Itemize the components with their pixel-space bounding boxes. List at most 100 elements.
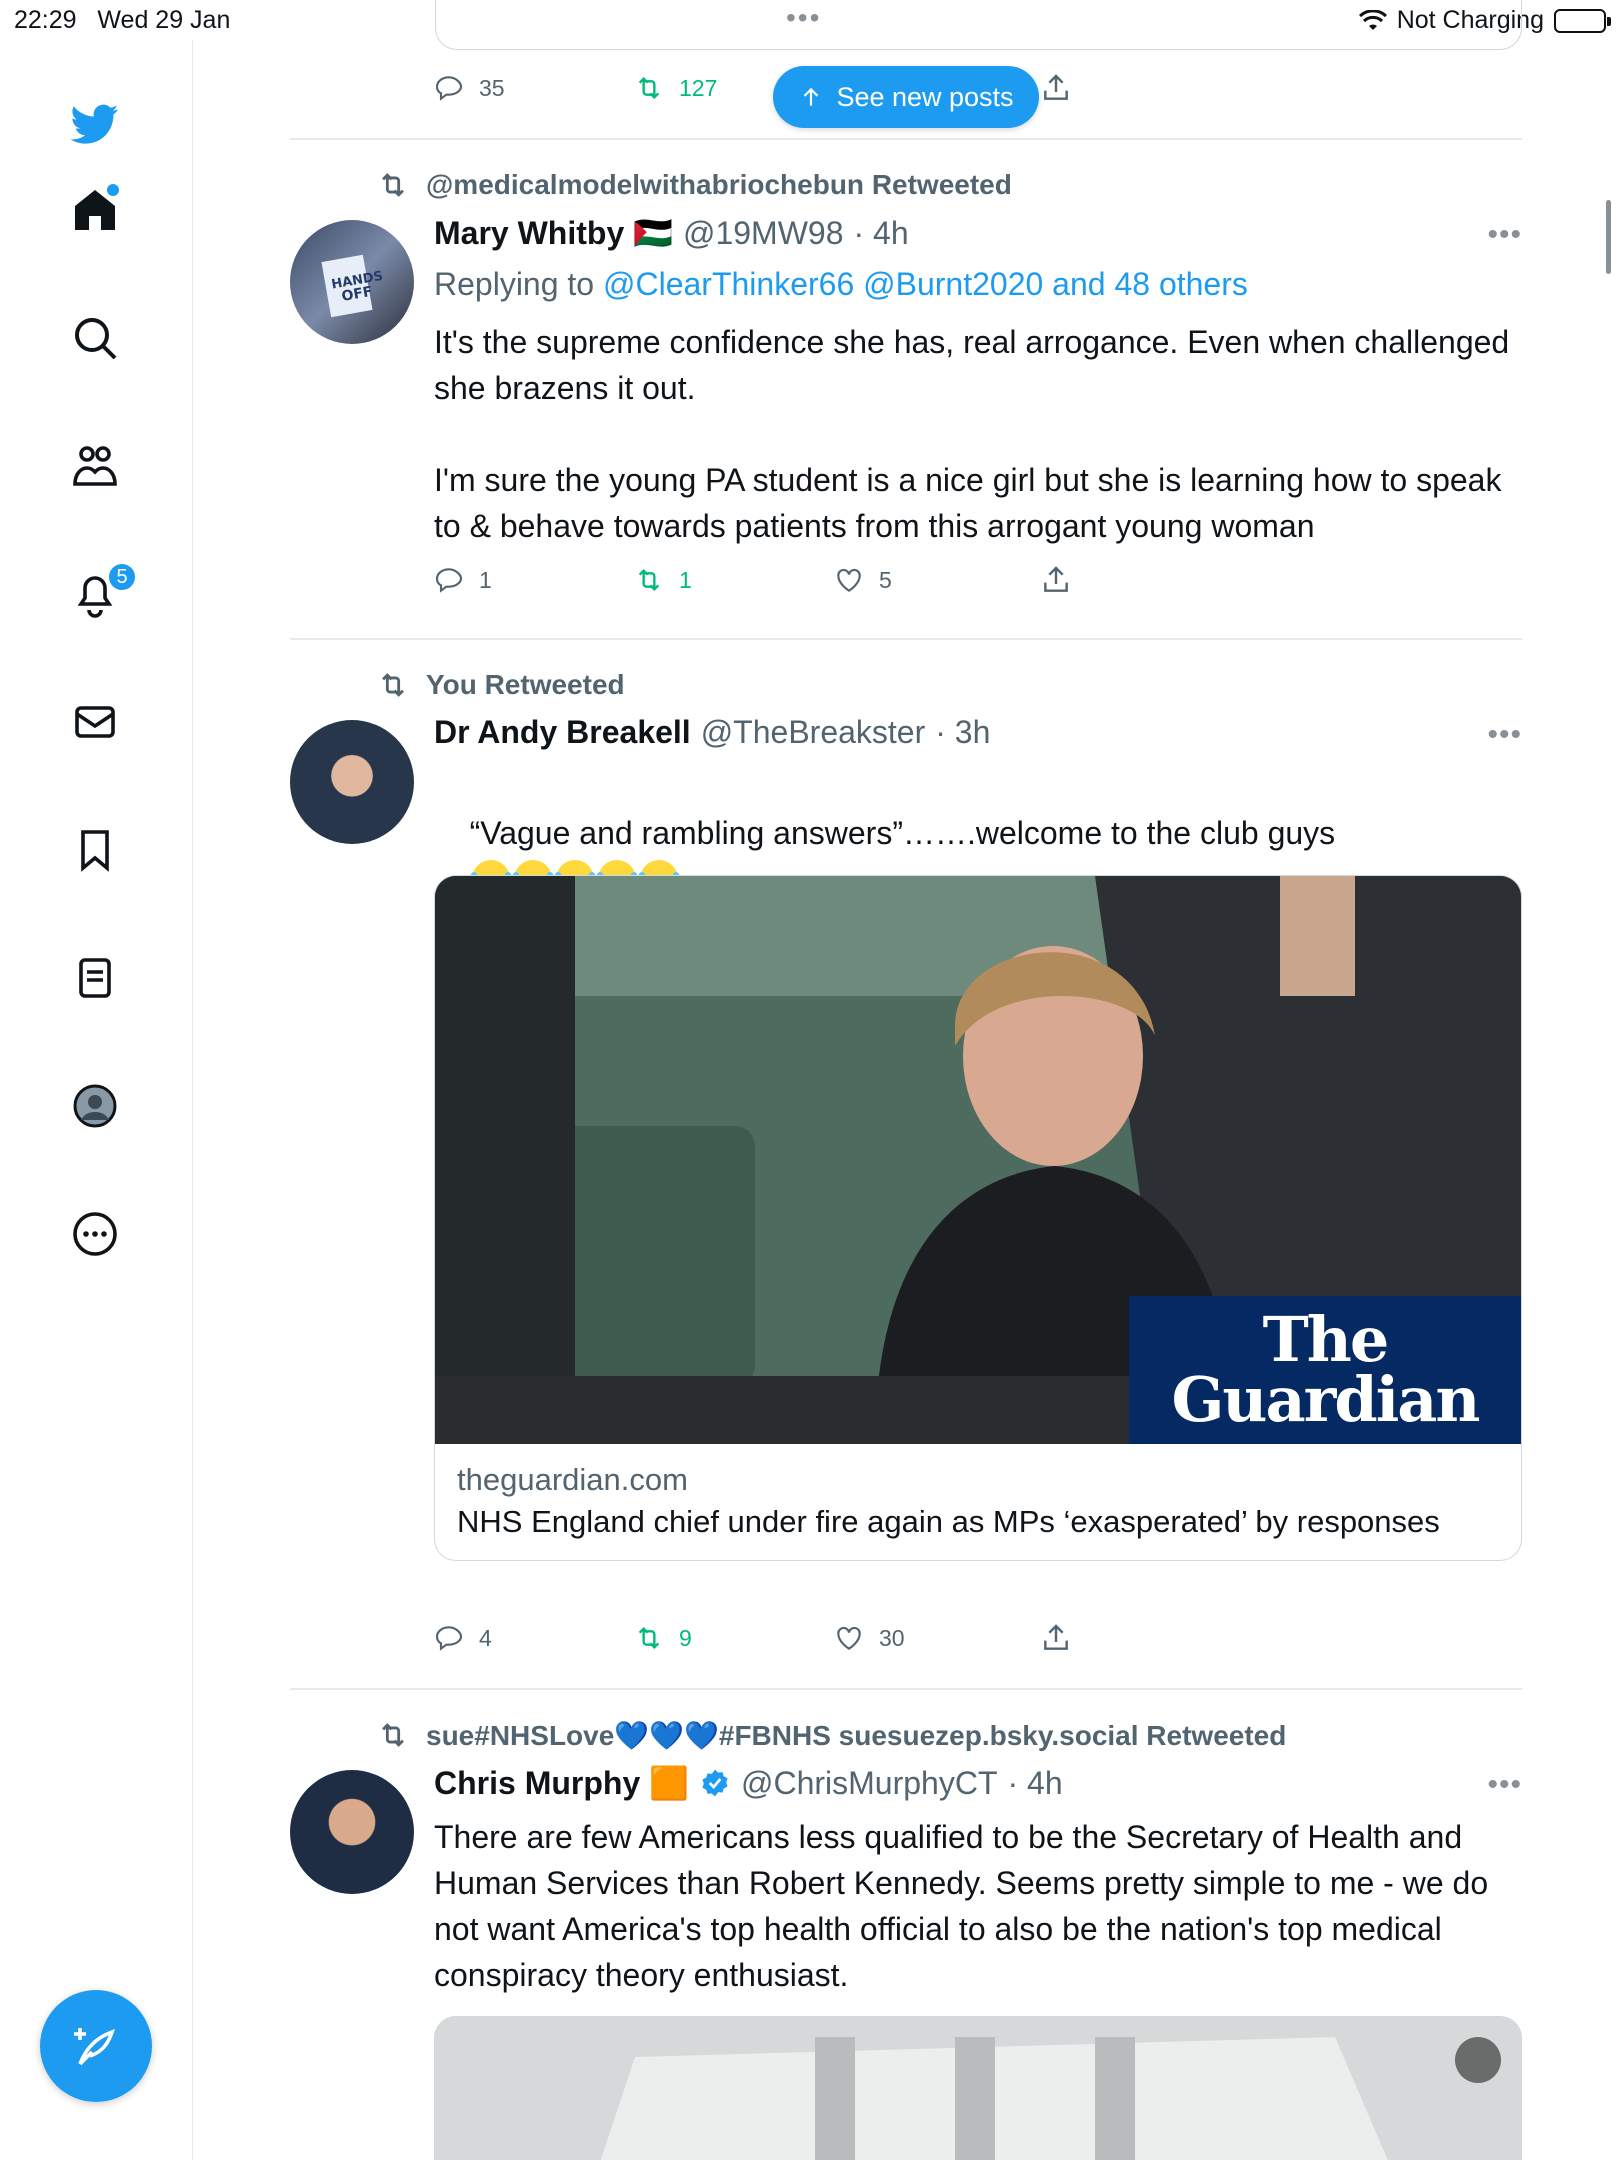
tweet[interactable]: sue#NHSLove💙💙💙#FBNHS suesuezep.bsky.soci… [290, 1688, 1522, 2160]
replying-to-links[interactable]: @ClearThinker66 @Burnt2020 and 48 others [603, 266, 1248, 302]
communities-icon [73, 446, 117, 486]
tweet[interactable]: You Retweeted Dr Andy Breakell @TheBreak… [290, 638, 1522, 1688]
social-context-text: @medicalmodelwithabriochebun Retweeted [426, 169, 1012, 200]
social-context-text: You Retweeted [426, 669, 625, 700]
link-card-domain: theguardian.com [457, 1462, 688, 1497]
guardian-logo: The Guardian [1129, 1296, 1521, 1444]
retweet-icon [382, 173, 404, 197]
heart-icon [837, 1626, 861, 1650]
nav-more[interactable] [63, 1202, 127, 1266]
social-context: sue#NHSLove💙💙💙#FBNHS suesuezep.bsky.soci… [376, 1718, 1286, 1752]
reply-icon [435, 1626, 463, 1651]
more-options-button[interactable]: ••• [1487, 1768, 1522, 1802]
twitter-logo-icon[interactable] [63, 92, 127, 156]
display-name[interactable]: Mary Whitby 🇵🇸 [434, 214, 673, 252]
sidebar: 5 [0, 40, 193, 2160]
battery-icon [1554, 8, 1611, 33]
like-count: 5 [879, 566, 892, 593]
nav-messages[interactable] [63, 690, 127, 754]
nav-home[interactable] [63, 178, 127, 242]
like-action[interactable]: 30 [833, 1622, 905, 1654]
share-icon [1044, 566, 1068, 592]
tweet[interactable]: @medicalmodelwithabriochebun Retweeted H… [290, 138, 1522, 640]
timestamp[interactable]: · 4h [1007, 1765, 1062, 1802]
tweet-header: Chris Murphy 🟧 @ChrisMurphyCT · 4h [434, 1764, 1063, 1802]
bird-icon [71, 104, 119, 144]
retweet-count: 9 [679, 1624, 692, 1651]
reply-action[interactable]: 35 [433, 72, 505, 104]
avatar-image: HANDSOFF [321, 254, 384, 318]
profile-avatar-icon [73, 1084, 117, 1128]
handle[interactable]: @19MW98 [683, 215, 844, 252]
retweet-icon [638, 568, 660, 592]
reply-icon [435, 76, 463, 101]
share-action[interactable] [1040, 564, 1072, 596]
retweet-icon [382, 1723, 404, 1747]
nav-search[interactable] [63, 306, 127, 370]
scrollbar[interactable] [1606, 200, 1611, 274]
more-circle-icon [73, 1212, 117, 1256]
reply-action[interactable]: 1 [433, 564, 492, 596]
compose-button[interactable] [40, 1990, 152, 2102]
more-options-button[interactable]: ••• [1487, 718, 1522, 752]
heart-icon [837, 568, 861, 592]
see-new-posts-button[interactable]: See new posts [773, 66, 1039, 128]
display-name[interactable]: Chris Murphy 🟧 [434, 1764, 689, 1802]
retweet-count: 1 [679, 566, 692, 593]
nav-lists[interactable] [63, 946, 127, 1010]
retweet-icon [638, 76, 660, 100]
link-card-meta: theguardian.com NHS England chief under … [435, 1444, 1521, 1560]
link-card[interactable]: The Guardian theguardian.com NHS England … [434, 875, 1522, 1561]
partial-tweet-card [435, 0, 1522, 50]
link-card-title: NHS England chief under fire again as MP… [457, 1504, 1440, 1539]
share-icon [1044, 1624, 1068, 1650]
like-action[interactable]: 5 [833, 564, 892, 596]
avatar[interactable] [290, 1770, 414, 1894]
bookmark-icon [81, 830, 109, 872]
more-options-button[interactable]: ••• [1487, 218, 1522, 252]
tweet-header: Dr Andy Breakell @TheBreakster · 3h [434, 714, 990, 751]
retweet-count: 127 [679, 74, 718, 101]
compose-feather-icon [74, 2028, 115, 2066]
share-action[interactable] [1040, 72, 1072, 104]
timestamp[interactable]: · 4h [854, 215, 909, 252]
share-action[interactable] [1040, 1622, 1072, 1654]
social-context-text: sue#NHSLove💙💙💙#FBNHS suesuezep.bsky.soci… [426, 1719, 1287, 1751]
retweet-action[interactable]: 127 [633, 72, 717, 104]
handle[interactable]: @ChrisMurphyCT [741, 1765, 998, 1802]
replying-to-prefix: Replying to [434, 266, 603, 302]
reply-count: 35 [479, 74, 505, 101]
mail-icon [75, 706, 115, 738]
display-name[interactable]: Dr Andy Breakell [434, 714, 691, 751]
replying-to: Replying to @ClearThinker66 @Burnt2020 a… [434, 266, 1248, 303]
nav-profile[interactable] [63, 1074, 127, 1138]
retweet-action[interactable]: 1 [633, 564, 692, 596]
status-time: 22:29 Wed 29 Jan [14, 6, 231, 34]
alt-badge-icon[interactable] [1455, 2037, 1501, 2083]
search-icon [75, 318, 117, 360]
retweet-icon [638, 1626, 660, 1650]
retweet-icon [382, 673, 404, 697]
tweet-header: Mary Whitby 🇵🇸 @19MW98 · 4h [434, 214, 909, 252]
see-new-posts-label: See new posts [836, 81, 1014, 112]
new-indicator-dot [107, 184, 119, 196]
nav-notifications[interactable]: 5 [63, 562, 137, 626]
retweet-action[interactable]: 9 [633, 1622, 692, 1654]
like-count: 30 [879, 1624, 905, 1651]
link-card-image: The Guardian [435, 876, 1521, 1444]
nav-bookmarks[interactable] [63, 818, 127, 882]
verified-badge-icon [702, 1769, 728, 1797]
nav-communities[interactable] [63, 434, 127, 498]
arrow-up-icon [804, 87, 819, 106]
media-image [435, 2017, 1521, 2160]
handle[interactable]: @TheBreakster [701, 714, 926, 751]
media-preview[interactable] [434, 2016, 1522, 2160]
reply-action[interactable]: 4 [433, 1622, 492, 1654]
social-context: You Retweeted [376, 668, 625, 702]
avatar[interactable]: HANDS OFF [290, 220, 414, 344]
avatar[interactable] [290, 720, 414, 844]
lists-icon [79, 958, 111, 998]
reply-count: 1 [479, 566, 492, 593]
reply-icon [435, 568, 463, 593]
timestamp[interactable]: · 3h [935, 714, 990, 751]
